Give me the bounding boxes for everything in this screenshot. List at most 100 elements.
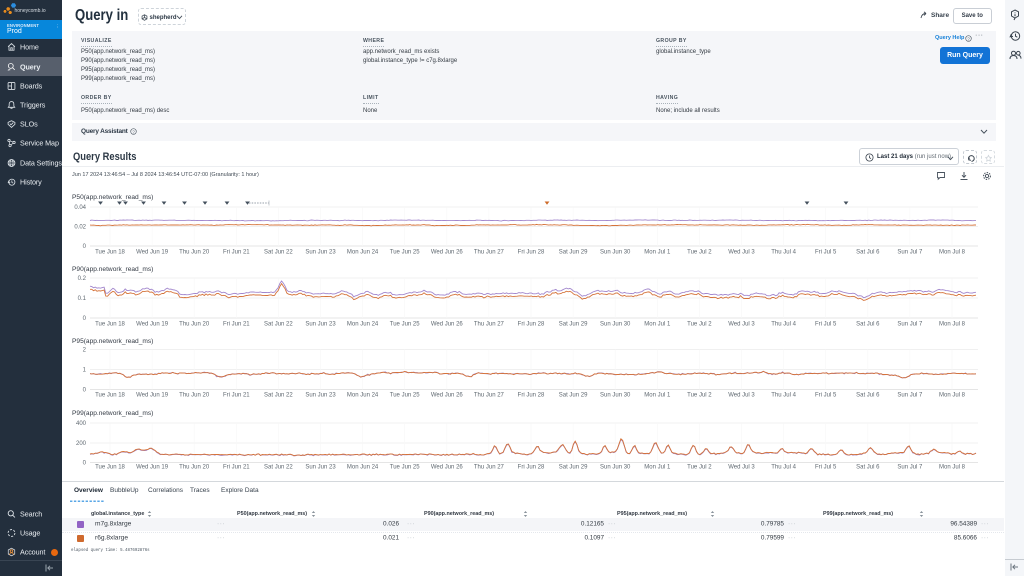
svg-text:Sat Jun 22: Sat Jun 22	[264, 393, 293, 399]
svg-text:Sun Jul 7: Sun Jul 7	[897, 465, 923, 471]
svg-text:Sat Jun 22: Sat Jun 22	[264, 465, 293, 471]
svg-text:Sun Jun 23: Sun Jun 23	[305, 250, 336, 256]
svg-text:Wed Jun 26: Wed Jun 26	[431, 322, 464, 328]
svg-text:Wed Jun 19: Wed Jun 19	[136, 250, 169, 256]
svg-text:Thu Jun 27: Thu Jun 27	[474, 322, 505, 328]
svg-text:Tue Jul 2: Tue Jul 2	[687, 465, 712, 471]
svg-text:P95(app.network_read_ms): P95(app.network_read_ms)	[72, 338, 153, 345]
svg-text:Thu Jun 20: Thu Jun 20	[179, 393, 210, 399]
svg-text:Sun Jul 7: Sun Jul 7	[897, 322, 923, 328]
svg-text:Mon Jun 24: Mon Jun 24	[347, 393, 379, 399]
svg-text:Thu Jun 27: Thu Jun 27	[474, 250, 505, 256]
svg-text:Wed Jun 19: Wed Jun 19	[136, 322, 169, 328]
svg-text:Fri Jun 28: Fri Jun 28	[518, 465, 545, 471]
svg-text:Mon Jul 8: Mon Jul 8	[939, 393, 966, 399]
svg-text:Thu Jun 27: Thu Jun 27	[474, 465, 505, 471]
svg-text:Mon Jul 8: Mon Jul 8	[939, 322, 966, 328]
svg-text:0: 0	[83, 316, 87, 322]
svg-text:Sat Jul 6: Sat Jul 6	[856, 322, 880, 328]
svg-text:0: 0	[83, 461, 87, 467]
svg-text:P90(app.network_read_ms): P90(app.network_read_ms)	[72, 266, 153, 273]
svg-text:Wed Jul 3: Wed Jul 3	[728, 393, 755, 399]
svg-text:Mon Jul 1: Mon Jul 1	[644, 465, 671, 471]
svg-text:P99(app.network_read_ms): P99(app.network_read_ms)	[72, 410, 153, 417]
svg-text:Sat Jun 22: Sat Jun 22	[264, 322, 293, 328]
svg-text:0.2: 0.2	[78, 276, 87, 282]
svg-text:0.02: 0.02	[74, 225, 86, 231]
svg-text:Sat Jun 22: Sat Jun 22	[264, 250, 293, 256]
svg-text:Wed Jun 19: Wed Jun 19	[136, 393, 169, 399]
svg-text:Wed Jun 26: Wed Jun 26	[431, 250, 464, 256]
svg-text:Fri Jun 21: Fri Jun 21	[223, 322, 250, 328]
svg-text:?: ?	[967, 36, 970, 41]
svg-text:Sat Jun 29: Sat Jun 29	[559, 465, 588, 471]
svg-text:Mon Jun 24: Mon Jun 24	[347, 465, 379, 471]
svg-text:Sun Jul 7: Sun Jul 7	[897, 393, 923, 399]
svg-text:Fri Jun 28: Fri Jun 28	[518, 250, 545, 256]
svg-text:Thu Jul 4: Thu Jul 4	[771, 322, 796, 328]
svg-text:Sat Jun 29: Sat Jun 29	[559, 393, 588, 399]
svg-text:Mon Jul 1: Mon Jul 1	[644, 393, 671, 399]
svg-text:Fri Jun 21: Fri Jun 21	[223, 465, 250, 471]
svg-text:Fri Jun 21: Fri Jun 21	[223, 393, 250, 399]
svg-text:200: 200	[76, 441, 87, 447]
svg-text:Sat Jul 6: Sat Jul 6	[856, 393, 880, 399]
svg-text:2: 2	[83, 348, 87, 354]
svg-text:Fri Jul 5: Fri Jul 5	[815, 465, 837, 471]
svg-text:P50(app.network_read_ms): P50(app.network_read_ms)	[72, 194, 153, 201]
svg-text:Tue Jun 25: Tue Jun 25	[390, 322, 420, 328]
svg-text:Mon Jul 8: Mon Jul 8	[939, 465, 966, 471]
svg-text:Thu Jul 4: Thu Jul 4	[771, 393, 796, 399]
svg-text:Mon Jul 8: Mon Jul 8	[939, 250, 966, 256]
svg-text:Fri Jun 28: Fri Jun 28	[518, 393, 545, 399]
svg-text:0.1: 0.1	[78, 296, 87, 302]
svg-text:Sat Jun 29: Sat Jun 29	[559, 322, 588, 328]
svg-text:Tue Jun 25: Tue Jun 25	[390, 393, 420, 399]
svg-text:Wed Jun 26: Wed Jun 26	[431, 393, 464, 399]
svg-text:Sun Jun 23: Sun Jun 23	[305, 322, 336, 328]
svg-text:Sun Jun 30: Sun Jun 30	[600, 393, 631, 399]
svg-text:Mon Jun 24: Mon Jun 24	[347, 250, 379, 256]
svg-text:0: 0	[83, 388, 87, 394]
svg-text:0: 0	[83, 244, 87, 250]
svg-text:Mon Jun 24: Mon Jun 24	[347, 322, 379, 328]
svg-text:?: ?	[132, 129, 135, 134]
svg-text:Sat Jul 6: Sat Jul 6	[856, 250, 880, 256]
svg-text:Sun Jun 30: Sun Jun 30	[600, 465, 631, 471]
svg-text:Mon Jul 1: Mon Jul 1	[644, 250, 671, 256]
svg-text:Sat Jun 29: Sat Jun 29	[559, 250, 588, 256]
svg-text:Wed Jul 3: Wed Jul 3	[728, 250, 755, 256]
svg-text:Tue Jul 2: Tue Jul 2	[687, 250, 712, 256]
svg-text:Tue Jul 2: Tue Jul 2	[687, 322, 712, 328]
svg-text:1: 1	[83, 368, 87, 374]
svg-text:Tue Jun 18: Tue Jun 18	[95, 465, 125, 471]
svg-text:Tue Jun 18: Tue Jun 18	[95, 250, 125, 256]
svg-text:Sat Jul 6: Sat Jul 6	[856, 465, 880, 471]
svg-text:Sun Jun 30: Sun Jun 30	[600, 322, 631, 328]
svg-text:Tue Jul 2: Tue Jul 2	[687, 393, 712, 399]
svg-text:Wed Jun 26: Wed Jun 26	[431, 465, 464, 471]
svg-text:Sun Jun 23: Sun Jun 23	[305, 393, 336, 399]
svg-text:Sun Jul 7: Sun Jul 7	[897, 250, 923, 256]
svg-text:Thu Jul 4: Thu Jul 4	[771, 250, 796, 256]
svg-text:Mon Jul 1: Mon Jul 1	[644, 322, 671, 328]
svg-text:Tue Jun 18: Tue Jun 18	[95, 393, 125, 399]
svg-text:Fri Jul 5: Fri Jul 5	[815, 393, 837, 399]
svg-text:Thu Jun 27: Thu Jun 27	[474, 393, 505, 399]
svg-text:0.04: 0.04	[74, 205, 86, 211]
svg-text:Sun Jun 30: Sun Jun 30	[600, 250, 631, 256]
svg-text:Fri Jul 5: Fri Jul 5	[815, 322, 837, 328]
svg-text:Thu Jun 20: Thu Jun 20	[179, 465, 210, 471]
svg-text:Wed Jul 3: Wed Jul 3	[728, 465, 755, 471]
svg-text:Fri Jul 5: Fri Jul 5	[815, 250, 837, 256]
svg-text:Thu Jul 4: Thu Jul 4	[771, 465, 796, 471]
svg-text:Tue Jun 25: Tue Jun 25	[390, 250, 420, 256]
svg-text:Sun Jun 23: Sun Jun 23	[305, 465, 336, 471]
svg-text:Wed Jul 3: Wed Jul 3	[728, 322, 755, 328]
svg-text:Thu Jun 20: Thu Jun 20	[179, 250, 210, 256]
svg-text:Fri Jun 28: Fri Jun 28	[518, 322, 545, 328]
svg-text:400: 400	[76, 421, 87, 427]
svg-text:Wed Jun 19: Wed Jun 19	[136, 465, 169, 471]
svg-text:Tue Jun 25: Tue Jun 25	[390, 465, 420, 471]
svg-text:Tue Jun 18: Tue Jun 18	[95, 322, 125, 328]
